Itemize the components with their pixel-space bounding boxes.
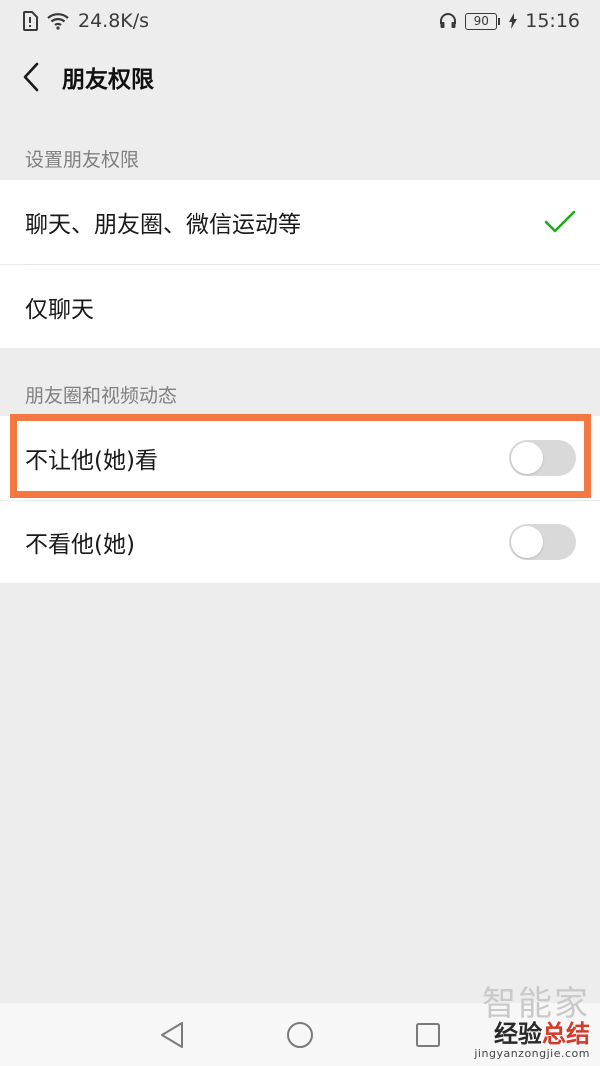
headphones-icon (439, 12, 457, 30)
watermark-top: 智能家 (482, 983, 590, 1024)
system-back-button[interactable] (146, 1009, 198, 1061)
back-button[interactable] (0, 42, 62, 112)
chevron-left-icon (23, 62, 39, 92)
status-bar: 24.8K/s 90 15:16 (0, 0, 600, 42)
row-label: 不看他(她) (25, 532, 135, 558)
sim-alert-icon (22, 11, 38, 31)
nav-bar: 朋友权限 (0, 42, 600, 112)
watermark: 智能家 经验总结 jingyanzongjie.com (474, 987, 590, 1060)
page-title: 朋友权限 (62, 67, 154, 93)
wifi-icon (46, 12, 70, 30)
battery-level: 90 (473, 14, 489, 28)
option-label: 仅聊天 (25, 296, 94, 323)
charging-icon (509, 13, 518, 29)
section-label-permissions: 设置朋友权限 (25, 149, 140, 171)
watermark-main-b: 总结 (542, 1019, 590, 1048)
row-hide-their-moments: 不看他(她) (0, 501, 600, 583)
clock: 15:16 (525, 10, 580, 32)
hide-their-moments-toggle[interactable] (509, 524, 576, 560)
option-chat-moments-sport[interactable]: 聊天、朋友圈、微信运动等 (0, 180, 600, 264)
watermark-url: jingyanzongjie.com (474, 1047, 590, 1060)
battery-icon: 90 (465, 12, 501, 30)
triangle-back-icon (161, 1021, 183, 1048)
option-label: 聊天、朋友圈、微信运动等 (25, 212, 301, 238)
section-label-moments: 朋友圈和视频动态 (25, 385, 178, 407)
hide-my-moments-toggle[interactable] (509, 440, 576, 476)
toggle-knob (511, 442, 543, 474)
system-home-button[interactable] (274, 1009, 326, 1061)
checkmark-icon (544, 210, 576, 233)
row-label: 不让他(她)看 (25, 448, 158, 474)
circle-home-icon (287, 1021, 313, 1048)
system-recents-button[interactable] (402, 1009, 454, 1061)
network-speed: 24.8K/s (78, 10, 150, 32)
square-recents-icon (416, 1022, 440, 1047)
watermark-main-a: 经验 (494, 1019, 542, 1048)
toggle-knob (511, 526, 543, 558)
option-chat-only[interactable]: 仅聊天 (0, 265, 600, 348)
watermark-main: 经验总结 (474, 1019, 590, 1048)
row-hide-my-moments: 不让他(她)看 (0, 416, 600, 500)
